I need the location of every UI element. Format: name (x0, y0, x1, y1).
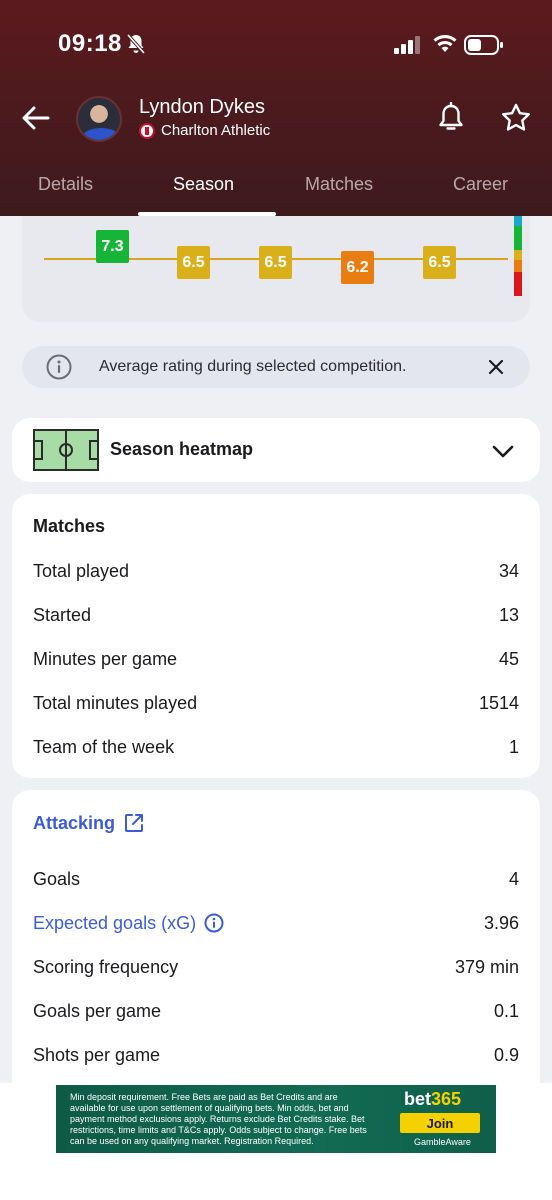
ad-logo-b: 365 (431, 1089, 462, 1109)
tab-matches[interactable]: Matches (305, 174, 373, 195)
stat-value: 45 (498, 648, 519, 669)
stat-label: Expected goals (xG) (33, 912, 197, 933)
stat-row: Scoring frequency 379 min (33, 952, 519, 982)
tab-details[interactable]: Details (38, 174, 93, 195)
season-heatmap-toggle[interactable]: Season heatmap (12, 418, 540, 482)
stat-value: 34 (498, 560, 519, 581)
back-arrow-icon[interactable] (18, 100, 54, 136)
rating-pill[interactable]: 6.5 (177, 246, 210, 279)
ad-logo-a: bet (404, 1089, 431, 1109)
club-badge-icon (139, 122, 155, 139)
close-icon[interactable] (486, 357, 506, 377)
stat-row: Total minutes played 1514 (33, 688, 519, 718)
stat-row: Shots per game 0.9 (33, 1040, 519, 1070)
stat-label: Shots per game (33, 1044, 161, 1065)
stat-row: Goals 4 (33, 864, 519, 894)
ad-gambleaware: GambleAware (414, 1137, 471, 1147)
battery-icon (464, 35, 503, 55)
stat-label: Minutes per game (33, 648, 178, 669)
rating-chart: 7.3 6.5 6.5 6.2 6.5 (22, 216, 530, 322)
stat-label: Total played (33, 560, 130, 581)
stat-value: 1 (508, 736, 519, 757)
wifi-icon (433, 35, 457, 52)
status-bar: 09:18 (0, 0, 552, 90)
bell-icon[interactable] (436, 102, 466, 134)
club-name: Charlton Athletic (161, 122, 271, 139)
info-icon (46, 354, 72, 380)
stat-value: 0.1 (493, 1000, 519, 1021)
matches-section: Matches Total played 34 Started 13 Minut… (12, 494, 540, 778)
stat-value: 13 (498, 604, 519, 625)
ad-text: Min deposit requirement. Free Bets are p… (70, 1092, 367, 1146)
stat-label: Scoring frequency (33, 956, 179, 977)
club-link[interactable]: Charlton Athletic (139, 122, 270, 139)
player-name: Lyndon Dykes (139, 96, 265, 118)
external-link-icon (125, 814, 144, 832)
bell-off-icon (126, 33, 146, 55)
attacking-link[interactable]: Attacking (33, 812, 145, 834)
ad-logo: bet365 (404, 1089, 461, 1110)
xg-label-wrap: Expected goals (xG) (33, 913, 224, 934)
stat-row: Total played 34 (33, 556, 519, 586)
stat-value: 379 min (454, 956, 519, 977)
stat-label: Total minutes played (33, 692, 198, 713)
avatar-shirt (82, 128, 120, 140)
stat-row: Started 13 (33, 600, 519, 630)
rating-pill[interactable]: 6.5 (423, 246, 456, 279)
section-title: Matches (33, 516, 106, 536)
rating-pill[interactable]: 6.2 (341, 251, 374, 284)
stat-label: Goals (33, 868, 81, 889)
stat-row: Minutes per game 45 (33, 644, 519, 674)
chevron-down-icon[interactable] (490, 438, 516, 464)
rating-pill[interactable]: 7.3 (96, 230, 129, 263)
rating-pill[interactable]: 6.5 (259, 246, 292, 279)
stat-value: 0.9 (493, 1044, 519, 1065)
signal-icon (394, 36, 420, 54)
tab-bar: Details Season Matches Career (0, 160, 552, 216)
tab-career[interactable]: Career (453, 174, 508, 195)
info-text: Average rating during selected competiti… (99, 358, 407, 375)
heatmap-label: Season heatmap (110, 439, 254, 459)
tab-season[interactable]: Season (173, 174, 234, 195)
stat-row: Team of the week 1 (33, 732, 519, 762)
stat-value: 3.96 (483, 912, 519, 933)
stat-label: Team of the week (33, 736, 175, 757)
stat-label: Goals per game (33, 1000, 162, 1021)
avatar (76, 96, 122, 142)
ad-join-button[interactable]: Join (400, 1113, 480, 1133)
stat-row[interactable]: Expected goals (xG) 3.96 (33, 908, 519, 938)
pitch-icon (33, 429, 99, 471)
star-icon[interactable] (500, 102, 532, 134)
info-icon[interactable] (204, 913, 224, 933)
stat-row: Goals per game 0.1 (33, 996, 519, 1026)
info-banner: Average rating during selected competiti… (22, 346, 530, 388)
section-title: Attacking (33, 812, 116, 833)
rating-scale (514, 216, 522, 296)
status-time: 09:18 (58, 30, 122, 57)
stat-value: 4 (508, 868, 519, 889)
stat-value: 1514 (478, 692, 519, 713)
stat-label: Started (33, 604, 92, 625)
ad-banner[interactable]: Min deposit requirement. Free Bets are p… (56, 1085, 496, 1153)
app-header: 09:18 Lyndon Dykes Charlton Athletic Det… (0, 0, 552, 216)
